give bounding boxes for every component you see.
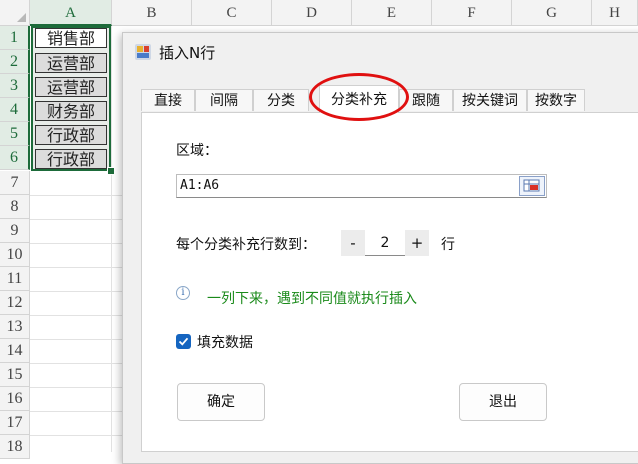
tab-interval[interactable]: 间隔 [195,89,253,111]
count-unit: 行 [441,237,455,253]
range-select-button[interactable] [519,176,545,196]
insert-n-rows-dialog: 插入N行 直接 间隔 分类 分类补充 跟随 按关键词 按数字 区域： A1:A6… [122,32,638,464]
cell-a4[interactable]: 财务部 [35,101,107,121]
row-header-4[interactable]: 4 [0,98,30,122]
row-header-1[interactable]: 1 [0,26,30,50]
grid-line [30,195,130,196]
row-header-15[interactable]: 15 [0,363,30,387]
row-header-3[interactable]: 3 [0,74,30,98]
range-select-icon [523,179,540,192]
column-header-b[interactable]: B [112,0,192,26]
fill-data-checkbox[interactable] [176,334,191,349]
row-header-6[interactable]: 6 [0,146,30,170]
grid-line [30,243,130,244]
row-header-14[interactable]: 14 [0,339,30,363]
cell-a2[interactable]: 运营部 [35,53,107,73]
tab-direct[interactable]: 直接 [141,89,195,111]
cell-a3[interactable]: 运营部 [35,77,107,97]
grid-line [111,26,112,452]
row-header-17[interactable]: 17 [0,411,30,435]
row-header-8[interactable]: 8 [0,195,30,219]
exit-button[interactable]: 退出 [459,383,547,421]
select-all-corner[interactable] [0,0,30,26]
column-header-e[interactable]: E [352,0,432,26]
column-header-a[interactable]: A [30,0,112,26]
grid-line [30,315,130,316]
column-header-d[interactable]: D [272,0,352,26]
row-header-5[interactable]: 5 [0,122,30,146]
count-increment-button[interactable]: + [405,230,429,256]
row-header-7[interactable]: 7 [0,171,30,195]
grid-line [30,363,130,364]
grid-line [30,339,130,340]
dialog-titlebar[interactable]: 插入N行 [123,33,638,71]
column-header-f[interactable]: F [432,0,512,26]
cell-a5[interactable]: 行政部 [35,125,107,145]
row-header-9[interactable]: 9 [0,219,30,243]
grid-line [30,219,130,220]
row-header-18[interactable]: 18 [0,435,30,459]
tab-by-keyword[interactable]: 按关键词 [453,89,527,111]
row-header-2[interactable]: 2 [0,50,30,74]
hint-text: 一列下来，遇到不同值就执行插入 [207,291,417,307]
tab-category-supplement[interactable]: 分类补充 [319,85,399,113]
ok-button[interactable]: 确定 [177,383,265,421]
count-decrement-button[interactable]: - [341,230,365,256]
app-icon [135,44,151,60]
grid-line [30,435,130,436]
row-header-16[interactable]: 16 [0,387,30,411]
tab-follow[interactable]: 跟随 [399,89,453,111]
row-header-12[interactable]: 12 [0,291,30,315]
column-header-c[interactable]: C [192,0,272,26]
range-label: 区域： [176,143,218,159]
count-value[interactable]: 2 [365,230,405,256]
fill-handle[interactable] [107,167,115,175]
grid-line [30,267,130,268]
grid-line [30,411,130,412]
grid-line [30,291,130,292]
tab-category[interactable]: 分类 [253,89,309,111]
row-header-13[interactable]: 13 [0,315,30,339]
count-stepper: - 2 + [341,230,431,256]
fill-data-label[interactable]: 填充数据 [197,332,253,352]
cell-a1[interactable]: 销售部 [35,28,107,48]
row-header-10[interactable]: 10 [0,243,30,267]
count-label: 每个分类补充行数到： [176,237,316,253]
column-header-h[interactable]: H [592,0,638,26]
tab-by-number[interactable]: 按数字 [527,89,585,111]
row-header-11[interactable]: 11 [0,267,30,291]
dialog-title: 插入N行 [159,44,216,62]
column-header-g[interactable]: G [512,0,592,26]
cell-a6[interactable]: 行政部 [35,149,107,169]
info-icon: i [176,286,190,300]
range-input[interactable]: A1:A6 [176,174,547,198]
grid-line [30,387,130,388]
checkmark-icon [178,337,189,346]
